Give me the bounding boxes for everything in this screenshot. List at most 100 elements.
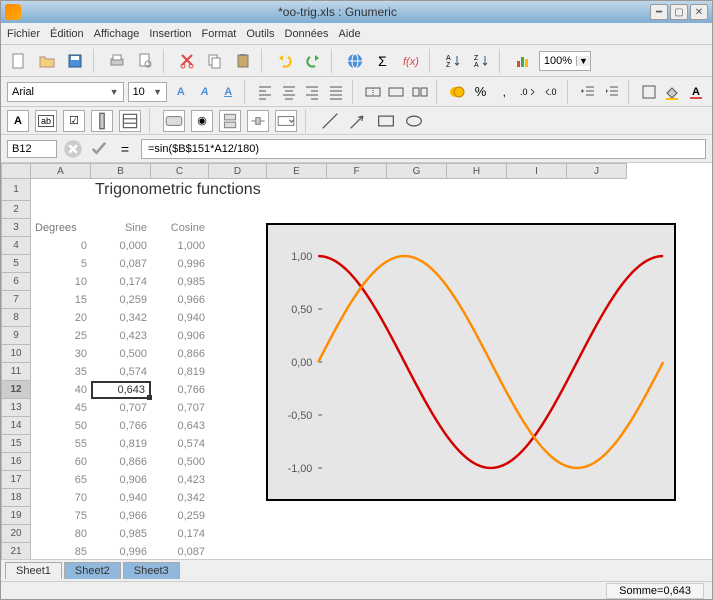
cell-deg-0[interactable]: 0 xyxy=(31,237,91,255)
cell-deg-4[interactable]: 20 xyxy=(31,309,91,327)
cell-reference-input[interactable] xyxy=(7,140,57,158)
col-header-B[interactable]: B xyxy=(91,163,151,179)
cell-sin-2[interactable]: 0,174 xyxy=(91,273,151,291)
row-header-20[interactable]: 20 xyxy=(1,525,31,543)
cell-cos-15[interactable]: 0,259 xyxy=(151,507,209,525)
cell-sin-11[interactable]: 0,819 xyxy=(91,435,151,453)
rect-object-icon[interactable] xyxy=(375,110,397,132)
decrease-indent-icon[interactable] xyxy=(579,80,599,104)
sheet-grid[interactable]: ABCDEFGHIJ 12345678910111213141516171819… xyxy=(1,163,712,559)
header-degrees[interactable]: Degrees xyxy=(31,219,91,237)
list-object-icon[interactable] xyxy=(119,110,141,132)
align-left-icon[interactable] xyxy=(255,80,275,104)
menu-insert[interactable]: Insertion xyxy=(149,28,191,40)
cell-sin-12[interactable]: 0,866 xyxy=(91,453,151,471)
sheet-tab-1[interactable]: Sheet1 xyxy=(5,562,62,579)
cell-cos-4[interactable]: 0,940 xyxy=(151,309,209,327)
cell-cos-16[interactable]: 0,174 xyxy=(151,525,209,543)
row-header-11[interactable]: 11 xyxy=(1,363,31,381)
chart-icon[interactable] xyxy=(511,49,535,73)
cell-deg-3[interactable]: 15 xyxy=(31,291,91,309)
cell-cos-6[interactable]: 0,866 xyxy=(151,345,209,363)
row-header-12[interactable]: 12 xyxy=(1,381,31,399)
cell-cos-8[interactable]: 0,766 xyxy=(151,381,209,399)
scrollbar-object-icon[interactable] xyxy=(91,110,113,132)
font-name-combo[interactable]: Arial▼ xyxy=(7,82,124,102)
row-header-7[interactable]: 7 xyxy=(1,291,31,309)
cells-container[interactable]: Trigonometric functions 1,000,500,00-0,5… xyxy=(31,179,712,559)
sheet-tab-2[interactable]: Sheet2 xyxy=(64,562,121,579)
row-header-19[interactable]: 19 xyxy=(1,507,31,525)
cell-cos-10[interactable]: 0,643 xyxy=(151,417,209,435)
column-headers[interactable]: ABCDEFGHIJ xyxy=(31,163,712,179)
header-sine[interactable]: Sine xyxy=(91,219,151,237)
cell-deg-17[interactable]: 85 xyxy=(31,543,91,559)
arrow-object-icon[interactable] xyxy=(347,110,369,132)
row-header-10[interactable]: 10 xyxy=(1,345,31,363)
embedded-chart[interactable]: 1,000,500,00-0,50-1,00 xyxy=(266,223,676,501)
accept-formula-icon[interactable] xyxy=(89,139,109,159)
menu-format[interactable]: Format xyxy=(202,28,237,40)
sum-icon[interactable]: Σ xyxy=(371,49,395,73)
cell-sin-0[interactable]: 0,000 xyxy=(91,237,151,255)
maximize-button[interactable]: ▢ xyxy=(670,4,688,20)
sort-desc-icon[interactable]: ZA xyxy=(469,49,493,73)
spinner-object-icon[interactable] xyxy=(219,110,241,132)
menu-tools[interactable]: Outils xyxy=(246,28,274,40)
cut-icon[interactable] xyxy=(175,49,199,73)
cell-cos-1[interactable]: 0,996 xyxy=(151,255,209,273)
cell-sin-6[interactable]: 0,500 xyxy=(91,345,151,363)
zoom-combo[interactable]: ▼ xyxy=(539,51,591,71)
ellipse-object-icon[interactable] xyxy=(403,110,425,132)
cell-cos-2[interactable]: 0,985 xyxy=(151,273,209,291)
cancel-formula-icon[interactable] xyxy=(63,139,83,159)
row-header-18[interactable]: 18 xyxy=(1,489,31,507)
close-button[interactable]: ✕ xyxy=(690,4,708,20)
cell-sin-1[interactable]: 0,087 xyxy=(91,255,151,273)
bold-icon[interactable]: A xyxy=(171,80,191,104)
row-header-1[interactable]: 1 xyxy=(1,179,31,201)
line-object-icon[interactable] xyxy=(319,110,341,132)
cell-sin-8[interactable]: 0,643 xyxy=(91,381,151,399)
cell-sin-13[interactable]: 0,906 xyxy=(91,471,151,489)
cell-deg-11[interactable]: 55 xyxy=(31,435,91,453)
formula-input[interactable] xyxy=(141,139,706,159)
row-header-4[interactable]: 4 xyxy=(1,237,31,255)
cell-deg-12[interactable]: 60 xyxy=(31,453,91,471)
cell-deg-9[interactable]: 45 xyxy=(31,399,91,417)
col-header-J[interactable]: J xyxy=(567,163,627,179)
cell-sin-14[interactable]: 0,940 xyxy=(91,489,151,507)
cell-cos-13[interactable]: 0,423 xyxy=(151,471,209,489)
function-icon[interactable]: f(x) xyxy=(399,49,423,73)
currency-icon[interactable] xyxy=(447,80,467,104)
split-cells-icon[interactable] xyxy=(410,80,430,104)
italic-icon[interactable]: A xyxy=(195,80,215,104)
print-icon[interactable] xyxy=(105,49,129,73)
cell-deg-13[interactable]: 65 xyxy=(31,471,91,489)
cell-deg-7[interactable]: 35 xyxy=(31,363,91,381)
zoom-dropdown-icon[interactable]: ▼ xyxy=(576,56,590,66)
align-right-icon[interactable] xyxy=(303,80,323,104)
sheet-tab-3[interactable]: Sheet3 xyxy=(123,562,180,579)
row-header-5[interactable]: 5 xyxy=(1,255,31,273)
underline-icon[interactable]: A xyxy=(218,80,238,104)
cell-deg-16[interactable]: 80 xyxy=(31,525,91,543)
menu-view[interactable]: Affichage xyxy=(94,28,140,40)
radio-object-icon[interactable]: ◉ xyxy=(191,110,213,132)
cell-sin-3[interactable]: 0,259 xyxy=(91,291,151,309)
row-header-14[interactable]: 14 xyxy=(1,417,31,435)
paste-icon[interactable] xyxy=(231,49,255,73)
cell-sin-4[interactable]: 0,342 xyxy=(91,309,151,327)
combo-object-icon[interactable] xyxy=(275,110,297,132)
titlebar[interactable]: *oo-trig.xls : Gnumeric ━ ▢ ✕ xyxy=(1,1,712,23)
menu-data[interactable]: Données xyxy=(285,28,329,40)
cell-cos-14[interactable]: 0,342 xyxy=(151,489,209,507)
cell-deg-15[interactable]: 75 xyxy=(31,507,91,525)
cell-deg-5[interactable]: 25 xyxy=(31,327,91,345)
title-cell[interactable]: Trigonometric functions xyxy=(91,179,291,201)
save-icon[interactable] xyxy=(63,49,87,73)
cell-sin-5[interactable]: 0,423 xyxy=(91,327,151,345)
minimize-button[interactable]: ━ xyxy=(650,4,668,20)
cell-cos-17[interactable]: 0,087 xyxy=(151,543,209,559)
row-header-2[interactable]: 2 xyxy=(1,201,31,219)
